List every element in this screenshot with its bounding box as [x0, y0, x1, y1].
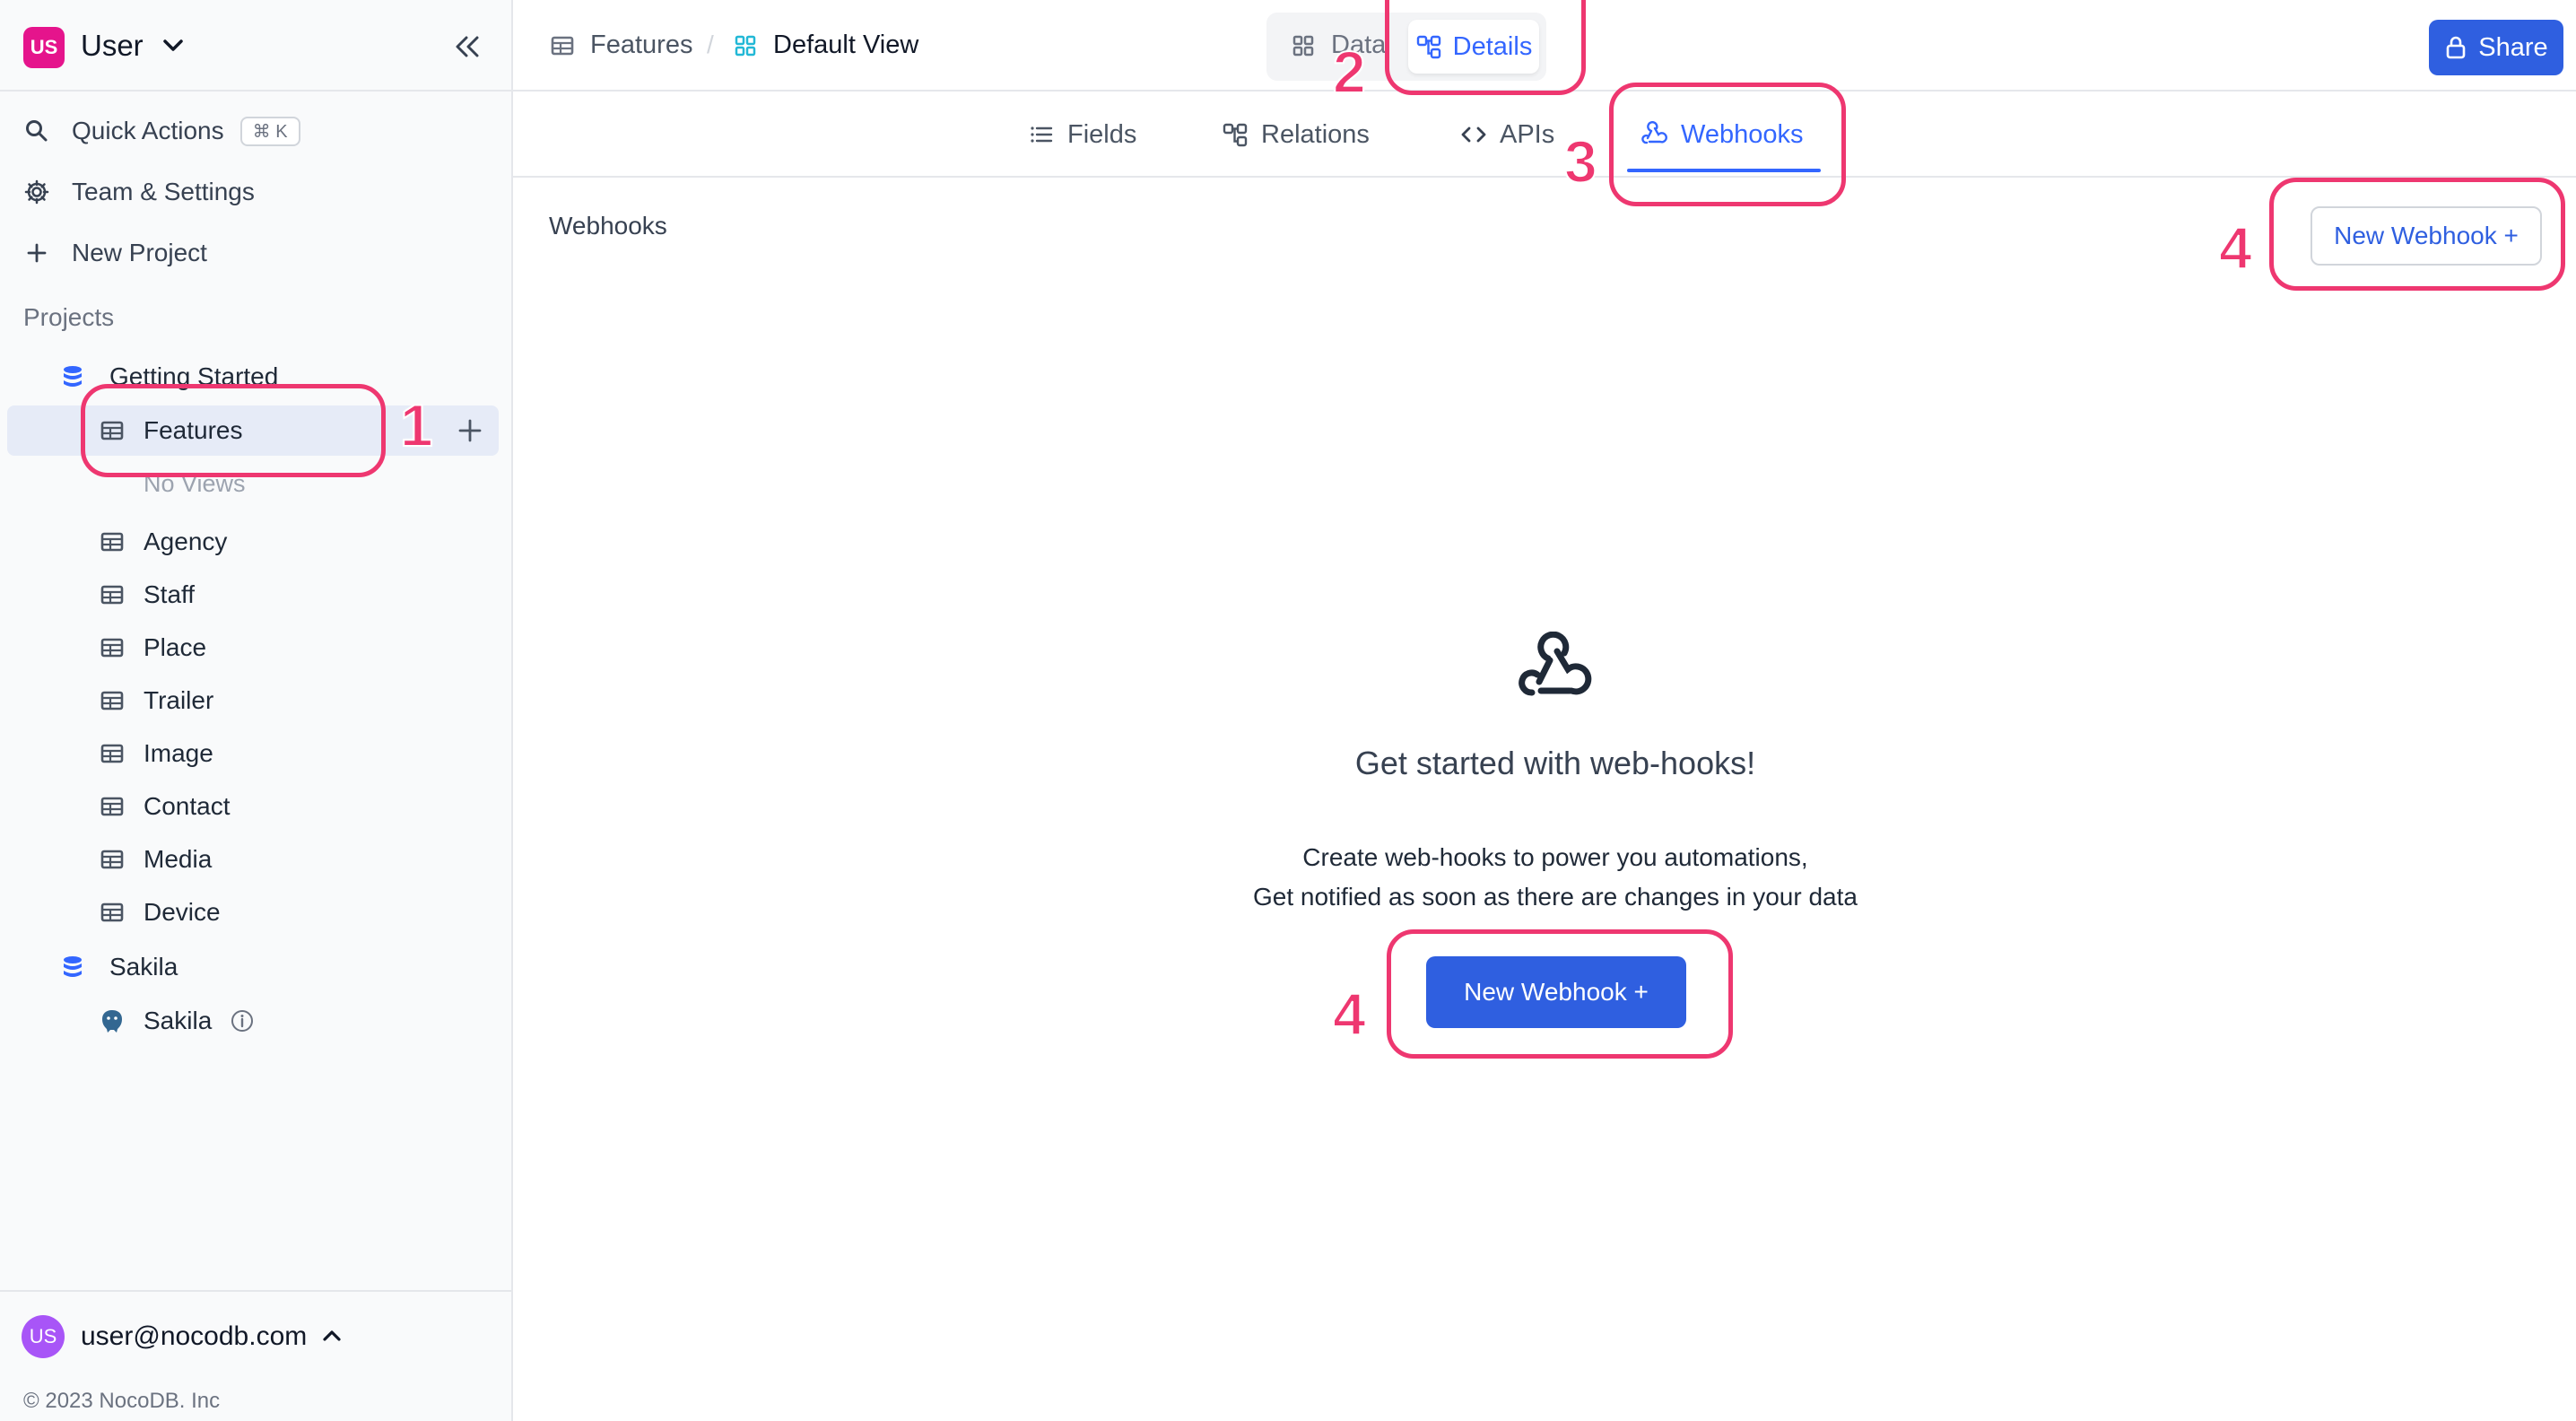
table-item-media[interactable]: Media [99, 836, 212, 883]
table-label: Image [144, 739, 213, 767]
copyright-text: © 2023 NocoDB. Inc [23, 1389, 221, 1413]
annotation-number-3: 3 [1563, 127, 1598, 196]
breadcrumb-table-label: Features [590, 31, 693, 59]
annotation-number-4-header: 4 [2218, 214, 2253, 282]
chevron-up-icon[interactable] [319, 1322, 344, 1349]
add-view-plus-icon[interactable] [454, 414, 486, 447]
team-settings-item[interactable]: Team & Settings [22, 169, 255, 215]
new-project-label: New Project [72, 239, 207, 266]
table-label: Trailer [144, 686, 214, 714]
table-item-agency[interactable]: Agency [99, 519, 227, 565]
gear-icon [22, 177, 52, 207]
table-icon [100, 744, 124, 763]
postgres-icon [102, 1010, 122, 1033]
webhook-icon [1519, 632, 1592, 696]
projects-section-title: Projects [23, 303, 115, 331]
table-icon [100, 691, 124, 710]
table-label: Staff [144, 580, 196, 608]
table-icon [551, 36, 574, 55]
annotation-box-4-header [2269, 178, 2565, 291]
tab-label: Fields [1067, 119, 1137, 149]
list-icon [1031, 126, 1053, 143]
webhooks-section-label: Webhooks [549, 212, 667, 240]
table-icon [100, 902, 124, 922]
table-label: Media [144, 845, 213, 873]
breadcrumb-separator: / [707, 31, 714, 58]
annotation-box-2 [1385, 0, 1586, 95]
team-settings-label: Team & Settings [72, 178, 255, 205]
plus-icon [22, 238, 52, 268]
quick-actions-item[interactable]: Quick Actions ⌘ K [22, 108, 300, 154]
search-icon [22, 116, 52, 146]
empty-state-title: Get started with web-hooks! [1354, 745, 1756, 781]
grid-icon [1292, 35, 1314, 56]
annotation-box-1 [81, 384, 386, 477]
tab-apis[interactable]: APIs [1460, 115, 1554, 154]
relations-icon [1223, 123, 1248, 147]
table-label: Agency [144, 527, 228, 555]
table-icon [100, 638, 124, 658]
info-icon[interactable] [230, 1008, 255, 1033]
annotation-number-1: 1 [399, 391, 434, 459]
table-item-contact[interactable]: Contact [99, 783, 231, 830]
breadcrumb-view[interactable]: Default View [732, 31, 918, 60]
table-item-device[interactable]: Device [99, 889, 221, 936]
user-avatar[interactable]: US [22, 1315, 65, 1358]
source-item-sakila[interactable]: Sakila [99, 998, 255, 1044]
database-icon [64, 366, 82, 387]
user-footer: US user@nocodb.com © 2023 NocoDB. Inc [0, 1290, 513, 1421]
new-project-item[interactable]: New Project [22, 230, 207, 276]
tab-label: APIs [1500, 119, 1555, 149]
workspace-avatar[interactable]: US [23, 27, 65, 68]
breadcrumb-table[interactable]: Features [549, 31, 692, 60]
tab-relations[interactable]: Relations [1222, 115, 1370, 154]
empty-state-line: Get notified as soon as there are change… [1253, 883, 1858, 911]
annotation-number-2: 2 [1332, 38, 1367, 106]
table-item-staff[interactable]: Staff [99, 571, 195, 618]
collapse-sidebar-icon[interactable] [450, 31, 486, 63]
annotation-number-4-center: 4 [1332, 980, 1367, 1048]
table-label: Device [144, 898, 221, 926]
project-sakila[interactable]: Sakila [59, 944, 178, 990]
user-email[interactable]: user@nocodb.com [81, 1321, 307, 1352]
table-item-trailer[interactable]: Trailer [99, 677, 213, 724]
table-icon [100, 850, 124, 869]
table-icon [100, 797, 124, 816]
grid-view-icon [735, 35, 756, 56]
project-name: Sakila [109, 953, 178, 981]
sidebar: US User Quick Actions ⌘ K Team & Setting… [0, 0, 513, 1421]
code-icon [1461, 126, 1486, 143]
workspace-header: US User [0, 0, 513, 92]
database-icon [64, 956, 82, 977]
share-label: Share [2478, 32, 2548, 62]
source-label: Sakila [144, 1007, 213, 1034]
tab-fields[interactable]: Fields [1028, 115, 1136, 154]
table-item-image[interactable]: Image [99, 730, 213, 777]
details-tabs: Fields Relations APIs Webhooks [513, 92, 2576, 178]
workspace-name[interactable]: User [81, 29, 144, 63]
chevron-down-icon[interactable] [160, 27, 187, 63]
tab-label: Relations [1261, 119, 1370, 149]
table-icon [100, 532, 124, 552]
lock-icon [2446, 36, 2466, 59]
empty-state-line: Create web-hooks to power you automation… [1302, 843, 1808, 871]
table-label: Place [144, 633, 207, 661]
breadcrumb-view-label: Default View [773, 31, 919, 59]
table-icon [100, 585, 124, 605]
share-button[interactable]: Share [2429, 20, 2563, 75]
quick-actions-label: Quick Actions [72, 117, 224, 144]
table-label: Contact [144, 792, 231, 820]
annotation-box-3 [1609, 83, 1846, 206]
table-item-place[interactable]: Place [99, 624, 206, 671]
empty-state-description: Create web-hooks to power you automation… [1017, 838, 2093, 917]
annotation-box-4-center [1387, 929, 1733, 1059]
quick-actions-shortcut: ⌘ K [239, 116, 300, 146]
